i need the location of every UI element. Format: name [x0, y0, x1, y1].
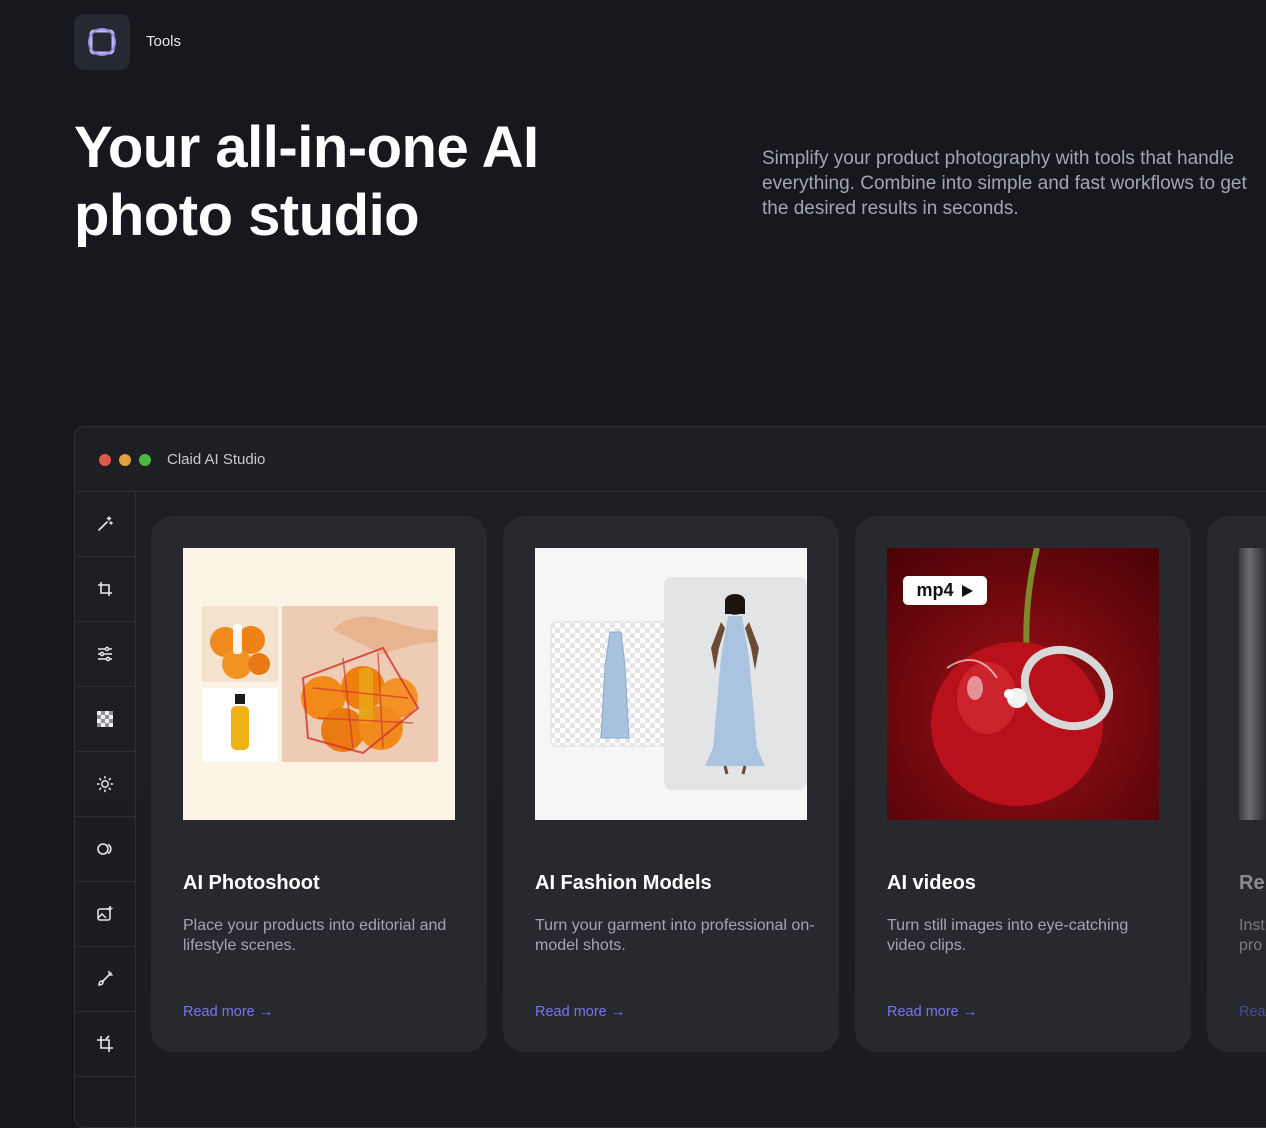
card-description: Inst pro: [1239, 917, 1265, 954]
studio-sidebar: [75, 492, 136, 1127]
card-image-videos: mp4: [887, 548, 1159, 820]
crop-icon: [98, 582, 112, 596]
transparency-icon: [97, 711, 113, 727]
mp4-badge: mp4: [903, 576, 987, 605]
window-maximize-button[interactable]: [139, 454, 151, 466]
window-close-button[interactable]: [99, 454, 111, 466]
sidebar-item-image-edit[interactable]: [75, 882, 135, 947]
claid-logo-icon: [88, 28, 116, 56]
sidebar-item-adjust[interactable]: [75, 622, 135, 687]
adjustments-icon: [98, 646, 112, 662]
hero-description: Simplify your product photography with t…: [762, 148, 1247, 219]
window-minimize-button[interactable]: [119, 454, 131, 466]
photoshoot-illustration: [202, 606, 438, 762]
image-edit-icon: [97, 906, 113, 921]
app-logo[interactable]: [74, 14, 130, 70]
card-partial[interactable]: Re Inst pro Rea: [1207, 516, 1266, 1052]
sidebar-item-resize[interactable]: [75, 1012, 135, 1077]
brush-icon: [98, 970, 113, 986]
sidebar-item-toggle[interactable]: [75, 817, 135, 882]
read-more-link[interactable]: Read more →: [183, 1004, 273, 1020]
sidebar-item-transparency[interactable]: [75, 687, 135, 752]
card-title: AI Photoshoot: [183, 872, 320, 894]
play-icon: [961, 584, 973, 597]
nav-tools-link[interactable]: Tools: [146, 33, 181, 50]
sidebar-item-brush[interactable]: [75, 947, 135, 1012]
read-more-link[interactable]: Read more →: [887, 1004, 977, 1020]
arrow-right-icon: →: [610, 1004, 626, 1020]
toggle-icon: [97, 843, 112, 855]
sidebar-item-crop[interactable]: [75, 557, 135, 622]
card-description: Place your products into editorial and l…: [183, 917, 447, 954]
fashion-illustration: [550, 577, 807, 790]
card-description: Turn your garment into professional on-m…: [535, 917, 815, 954]
arrow-right-icon: →: [258, 1004, 274, 1020]
card-ai-photoshoot[interactable]: AI Photoshoot Place your products into e…: [151, 516, 487, 1052]
sidebar-item-brightness[interactable]: [75, 752, 135, 817]
read-more-label: Read more: [183, 1004, 255, 1020]
read-more-link[interactable]: Rea: [1239, 1004, 1266, 1020]
card-title: AI videos: [887, 872, 976, 894]
card-title: AI Fashion Models: [535, 872, 712, 894]
window-title: Claid AI Studio: [167, 451, 266, 468]
badge-label: mp4: [916, 580, 954, 600]
card-ai-videos[interactable]: mp4 AI videos Turn still images into eye…: [855, 516, 1191, 1052]
card-title: Re: [1239, 872, 1265, 894]
card-description: Turn still images into eye-catching vide…: [887, 917, 1129, 954]
resize-crop-icon: [97, 1035, 113, 1052]
brightness-icon: [96, 775, 114, 793]
card-image-fashion: [535, 548, 807, 820]
card-image-partial: [1239, 548, 1266, 820]
read-more-link[interactable]: Read more →: [535, 1004, 625, 1020]
card-image-photoshoot: [183, 548, 455, 820]
arrow-right-icon: →: [962, 1004, 978, 1020]
card-ai-fashion-models[interactable]: AI Fashion Models Turn your garment into…: [503, 516, 839, 1052]
sidebar-item-magic[interactable]: [75, 492, 135, 557]
window-titlebar: Claid AI Studio: [75, 427, 1266, 492]
read-more-label: Read more: [887, 1004, 959, 1020]
read-more-label: Read more: [535, 1004, 607, 1020]
hero-title: Your all-in-one AI photo studio: [74, 115, 539, 248]
magic-wand-icon: [98, 516, 113, 531]
